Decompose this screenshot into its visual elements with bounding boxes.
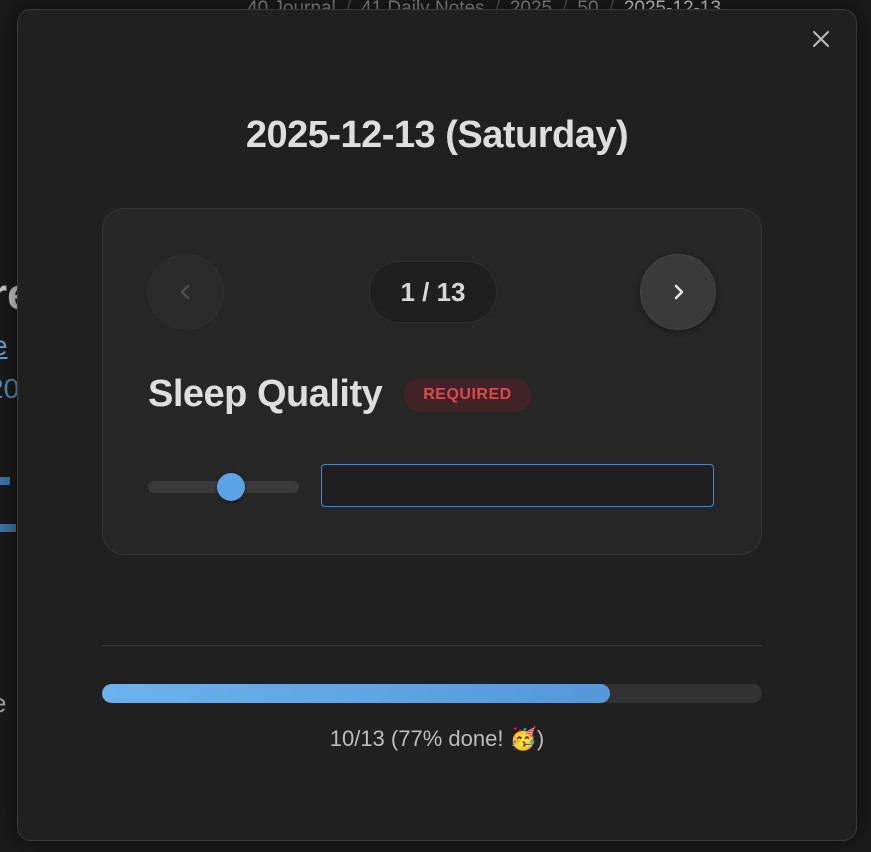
next-question-button[interactable] [640, 254, 716, 330]
question-label: Sleep Quality [148, 373, 383, 415]
progress-bar [102, 684, 762, 703]
progress-text: 10/13 (77% done! 🥳) [329, 726, 545, 751]
required-badge: REQUIRED [404, 377, 531, 412]
divider [102, 645, 762, 646]
rating-slider[interactable] [148, 473, 299, 501]
background-link[interactable]: e [0, 330, 8, 362]
question-card: 1 / 13 Sleep Quality REQUIRED [102, 208, 762, 555]
question-header: Sleep Quality REQUIRED [148, 373, 531, 416]
background-text: e [0, 688, 6, 719]
chevron-left-icon [180, 284, 190, 300]
previous-question-button[interactable] [148, 254, 224, 330]
question-counter: 1 / 13 [369, 261, 497, 323]
background-bar [0, 477, 10, 485]
modal-title: 2025-12-13 (Saturday) [245, 114, 629, 156]
close-button[interactable] [808, 26, 834, 52]
slider-thumb[interactable] [217, 473, 246, 501]
close-icon [813, 31, 829, 47]
background-bar [0, 524, 16, 532]
progress-fill [102, 684, 611, 703]
daily-check-modal: 2025-12-13 (Saturday) 1 / 13 Sleep Quali… [17, 9, 857, 841]
chevron-right-icon [674, 284, 684, 300]
answer-input[interactable] [321, 464, 714, 507]
